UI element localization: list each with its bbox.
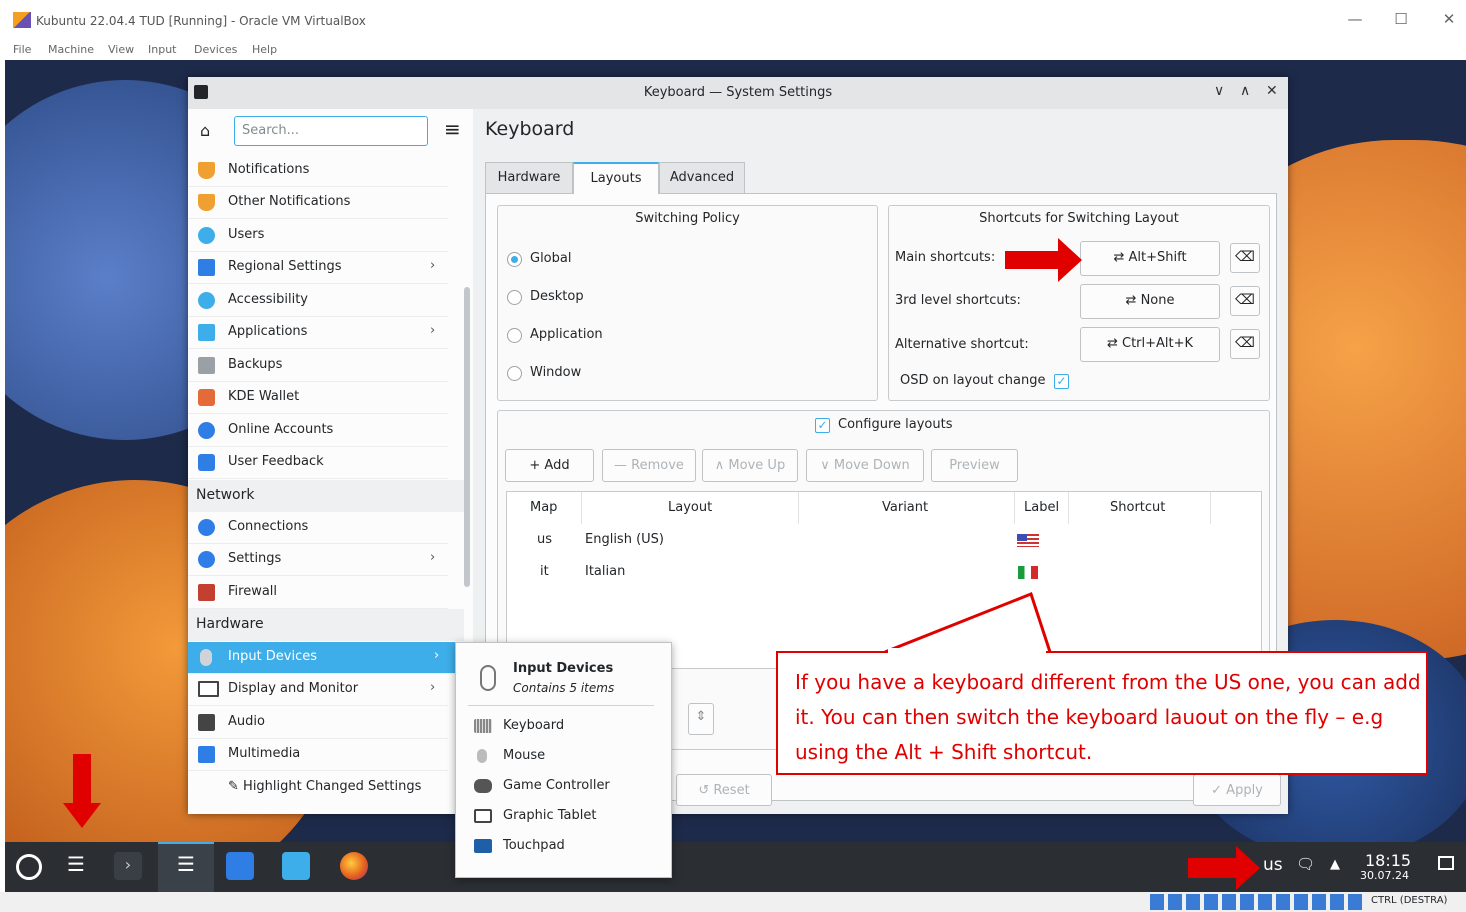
annotation-arrow: [1005, 238, 1082, 282]
annotation-arrow: [63, 754, 101, 828]
annotation-overlay: [63, 238, 1260, 890]
annotation-arrow: [1188, 846, 1260, 890]
callout-pointer-join: [888, 648, 1046, 654]
annotation-text: If you have a keyboard different from th…: [795, 670, 1421, 764]
callout-pointer: [884, 592, 1052, 654]
